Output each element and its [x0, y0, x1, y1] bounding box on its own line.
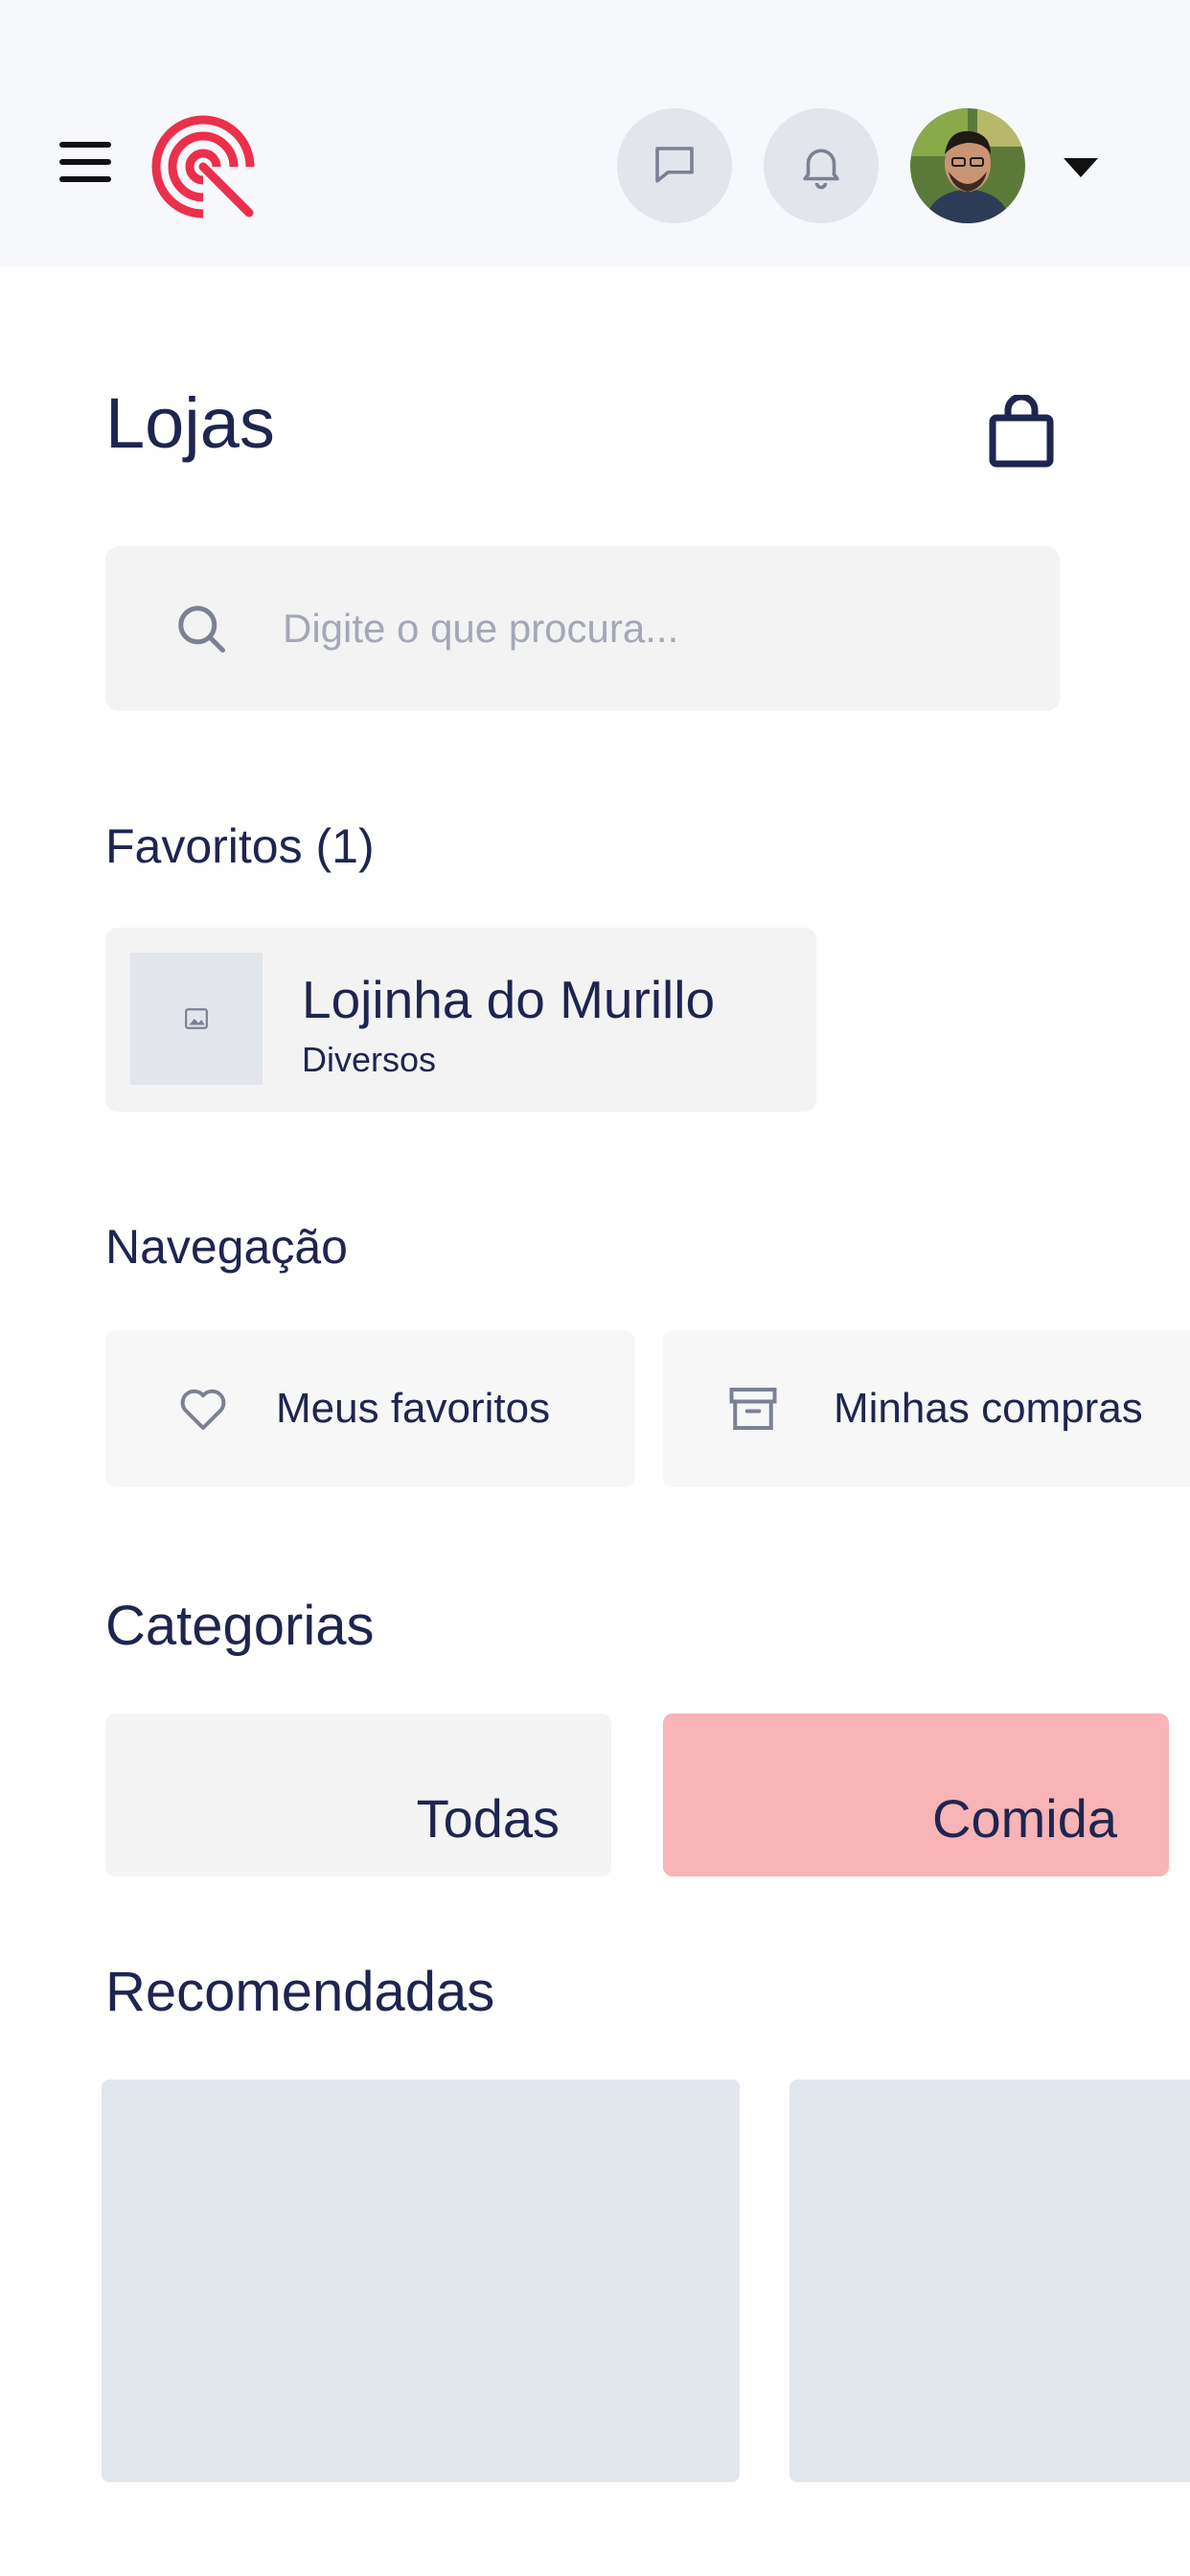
favorite-store-category: Diversos	[302, 1040, 437, 1079]
category-all-label: Todas	[416, 1788, 560, 1849]
chat-bubble-icon	[655, 147, 694, 183]
top-header	[0, 0, 1190, 266]
recommended-title: Recomendadas	[105, 1961, 495, 2023]
favorite-store-name: Lojinha do Murillo	[302, 970, 716, 1029]
notifications-button[interactable]	[764, 108, 879, 223]
image-placeholder-icon	[185, 1008, 208, 1029]
favorite-store-card[interactable]: Lojinha do Murillo Diversos	[105, 928, 816, 1112]
heart-icon	[180, 1389, 226, 1430]
store-thumbnail	[130, 953, 263, 1085]
shopping-bag-button[interactable]	[987, 393, 1056, 470]
caret-down-icon[interactable]	[1062, 156, 1100, 179]
category-food[interactable]: Comida	[663, 1714, 1169, 1876]
shopping-bag-icon	[989, 393, 1054, 468]
page-title: Lojas	[105, 383, 275, 463]
nav-my-purchases[interactable]: Minhas compras	[663, 1330, 1190, 1487]
favorites-title: Favoritos (1)	[105, 819, 375, 873]
recommended-store-card[interactable]	[790, 2080, 1190, 2482]
search-box[interactable]	[105, 546, 1060, 711]
chat-button[interactable]	[617, 108, 732, 223]
nav-my-purchases-label: Minhas compras	[834, 1385, 1143, 1432]
nav-my-favorites-label: Meus favoritos	[276, 1385, 551, 1432]
bell-icon	[803, 149, 839, 190]
category-food-label: Comida	[932, 1788, 1117, 1849]
category-all[interactable]: Todas	[105, 1714, 611, 1876]
brand-logo-icon[interactable]	[149, 113, 257, 220]
stores-page: Lojas Favoritos (1) Lojinha do Murillo D…	[0, 0, 1190, 2576]
recommended-store-card[interactable]	[102, 2080, 740, 2482]
hamburger-menu-icon[interactable]	[59, 142, 115, 186]
nav-my-favorites[interactable]: Meus favoritos	[105, 1330, 634, 1487]
search-input[interactable]	[283, 585, 1030, 673]
categories-title: Categorias	[105, 1595, 375, 1657]
user-avatar[interactable]	[910, 108, 1025, 223]
archive-box-icon	[729, 1388, 777, 1430]
search-icon	[178, 606, 225, 653]
navigation-title: Navegação	[105, 1220, 348, 1274]
